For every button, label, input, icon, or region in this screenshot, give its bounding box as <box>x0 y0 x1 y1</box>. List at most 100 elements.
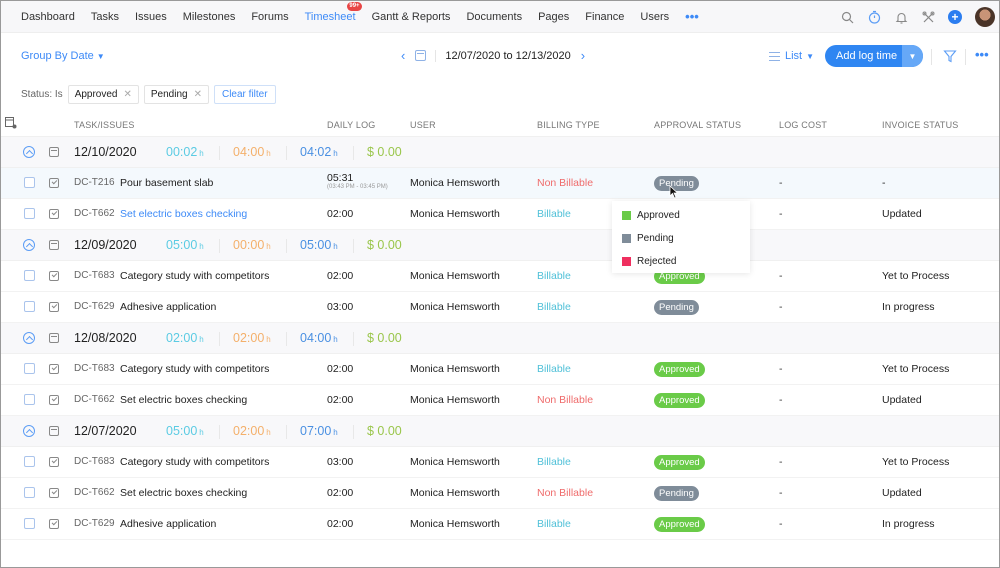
table-body: 12/10/2020 00:02 h 04:00 h 04:02 h $ 0.00 DC-T21… <box>1 137 999 540</box>
approval-status-badge[interactable]: Pending <box>654 300 699 315</box>
divider <box>286 425 287 439</box>
group-row: 12/07/2020 05:00 h 02:00 h 07:00 h $ 0.00 <box>1 416 999 447</box>
group-by-dropdown[interactable]: Group By Date ▼ <box>21 50 105 62</box>
group-non-billable-hours: 02:00 h <box>233 424 271 438</box>
add-log-time-button[interactable]: Add log time <box>825 50 902 62</box>
approval-status-badge[interactable]: Approved <box>654 455 705 470</box>
collapse-icon[interactable] <box>23 425 35 437</box>
task-icon <box>49 457 59 467</box>
task-icon <box>49 209 59 219</box>
column-settings-icon[interactable] <box>5 117 17 129</box>
dropdown-option-rejected[interactable]: Rejected <box>622 254 676 268</box>
row-checkbox[interactable] <box>24 394 35 405</box>
billing-type: Non Billable <box>537 487 594 499</box>
filter-chip-pending[interactable]: Pending ✕ <box>143 85 209 104</box>
caret-down-icon: ▼ <box>96 52 105 61</box>
nav-pages[interactable]: Pages <box>538 11 569 23</box>
task-name[interactable]: Adhesive application <box>120 301 216 313</box>
filter-chip-approved[interactable]: Approved ✕ <box>67 85 139 104</box>
filter-icon[interactable] <box>943 49 957 63</box>
chevron-right-icon[interactable]: › <box>581 48 585 63</box>
add-log-dropdown-button[interactable]: ▼ <box>902 45 923 67</box>
task-name[interactable]: Adhesive application <box>120 518 216 530</box>
search-icon[interactable] <box>840 10 854 24</box>
nav-more-button[interactable]: ••• <box>685 10 699 23</box>
nav-users[interactable]: Users <box>640 11 669 23</box>
task-name[interactable]: Category study with competitors <box>120 456 269 468</box>
nav-forums[interactable]: Forums <box>251 11 288 23</box>
billing-type: Billable <box>537 301 571 313</box>
nav-finance[interactable]: Finance <box>585 11 624 23</box>
collapse-icon[interactable] <box>23 332 35 344</box>
task-name[interactable]: Category study with competitors <box>120 363 269 375</box>
daily-log: 03:00 <box>327 301 353 313</box>
task-name[interactable]: Category study with competitors <box>120 270 269 282</box>
group-total-hours: 04:00 h <box>300 331 338 345</box>
approval-status-badge[interactable]: Approved <box>654 362 705 377</box>
hours-unit: h <box>266 428 271 437</box>
more-options-button[interactable]: ••• <box>975 47 989 62</box>
nav-timesheet[interactable]: Timesheet 99+ <box>305 1 362 23</box>
row-checkbox[interactable] <box>24 270 35 281</box>
nav-gantt-reports[interactable]: Gantt & Reports <box>372 11 451 23</box>
collapse-icon[interactable] <box>23 239 35 251</box>
task-name[interactable]: Set electric boxes checking <box>120 487 247 499</box>
approval-status-badge[interactable]: Approved <box>654 393 705 408</box>
nav-tasks[interactable]: Tasks <box>91 11 119 23</box>
swatch-icon <box>622 233 631 243</box>
log-cost: - <box>779 456 783 468</box>
close-icon[interactable]: ✕ <box>124 89 132 100</box>
tools-icon[interactable] <box>921 10 935 24</box>
timer-icon[interactable] <box>867 10 881 24</box>
collapse-icon[interactable] <box>23 146 35 158</box>
bell-icon[interactable] <box>894 10 908 24</box>
row-checkbox[interactable] <box>24 487 35 498</box>
log-cost: - <box>779 208 783 220</box>
task-name[interactable]: Pour basement slab <box>120 177 213 189</box>
hours-value: 05:00 <box>166 424 198 438</box>
list-icon <box>769 51 780 61</box>
nav-dashboard[interactable]: Dashboard <box>21 11 75 23</box>
row-checkbox[interactable] <box>24 177 35 188</box>
caret-down-icon: ▼ <box>806 51 815 61</box>
row-checkbox[interactable] <box>24 301 35 312</box>
approval-status-badge[interactable]: Pending <box>654 486 699 501</box>
dropdown-option-approved[interactable]: Approved <box>622 208 680 222</box>
group-total-hours: 04:02 h <box>300 145 338 159</box>
date-range[interactable]: 12/07/2020 to 12/13/2020 <box>435 49 571 62</box>
avatar[interactable] <box>975 7 995 27</box>
task-id: DC-T683 <box>74 270 115 281</box>
log-cost: - <box>779 487 783 499</box>
hours-unit: h <box>199 149 204 158</box>
row-checkbox[interactable] <box>24 456 35 467</box>
daily-log-value: 02:00 <box>327 487 354 499</box>
task-name[interactable]: Set electric boxes checking <box>120 394 247 406</box>
calendar-icon <box>49 426 59 436</box>
hours-unit: h <box>199 242 204 251</box>
approval-status-badge[interactable]: Approved <box>654 517 705 532</box>
row-checkbox[interactable] <box>24 363 35 374</box>
clear-filter-button[interactable]: Clear filter <box>213 85 276 104</box>
group-billable-hours: 00:02 h <box>166 145 204 159</box>
calendar-icon[interactable] <box>415 50 427 61</box>
group-date: 12/07/2020 <box>74 424 137 438</box>
plus-icon[interactable]: + <box>948 10 962 24</box>
view-label: List <box>785 50 803 62</box>
dropdown-option-pending[interactable]: Pending <box>622 231 674 245</box>
nav-documents[interactable]: Documents <box>466 11 522 23</box>
row-checkbox[interactable] <box>24 518 35 529</box>
toolbar: Group By Date ▼ ‹ 12/07/2020 to 12/13/202… <box>1 41 999 71</box>
divider <box>219 425 220 439</box>
view-dropdown[interactable]: List ▼ <box>769 50 814 62</box>
approval-status-dropdown: Approved Pending Rejected <box>612 201 750 273</box>
nav-issues[interactable]: Issues <box>135 11 167 23</box>
hours-value: 04:02 <box>300 145 332 159</box>
group-row: 12/09/2020 05:00 h 00:00 h 05:00 h $ 0.00 <box>1 230 999 261</box>
invoice-status: Yet to Process <box>882 270 950 282</box>
nav-milestones[interactable]: Milestones <box>183 11 236 23</box>
row-checkbox[interactable] <box>24 208 35 219</box>
task-name[interactable]: Set electric boxes checking <box>120 208 247 220</box>
close-icon[interactable]: ✕ <box>194 89 202 100</box>
chevron-left-icon[interactable]: ‹ <box>401 48 405 63</box>
timesheet-table: TASK/ISSUES DAILY LOG USER BILLING TYPE … <box>1 113 999 540</box>
